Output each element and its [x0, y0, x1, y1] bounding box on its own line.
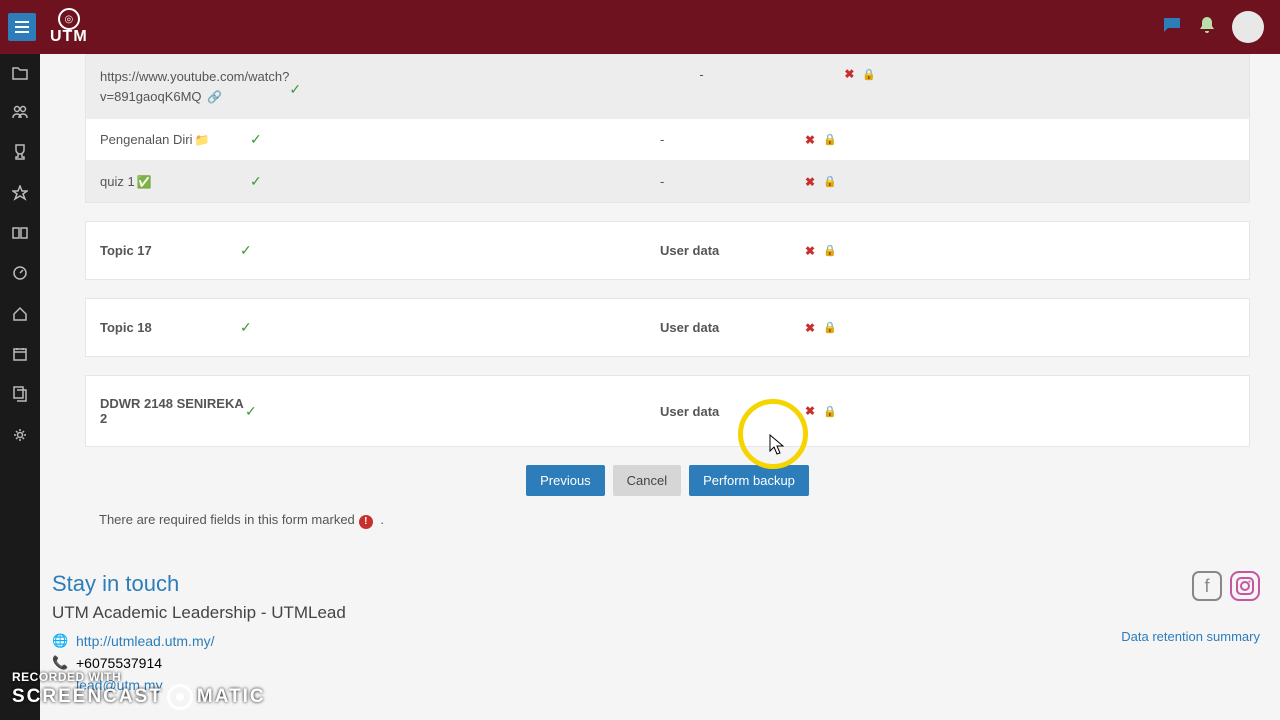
- messages-icon[interactable]: [1162, 16, 1182, 39]
- logo-text: UTM: [50, 28, 88, 46]
- lock-icon: 🔒: [823, 244, 837, 257]
- phone-text: +6075537914: [76, 655, 162, 671]
- footer-org: UTM Academic Leadership - UTMLead: [52, 603, 346, 623]
- x-icon: ✖: [805, 321, 815, 335]
- activities-group: https://www.youtube.com/watch?v=891gaoqK…: [85, 54, 1250, 203]
- gear-icon[interactable]: [12, 427, 28, 448]
- perform-backup-button[interactable]: Perform backup: [689, 465, 809, 496]
- topic-group: Topic 18 ✓ User data ✖ 🔒: [85, 298, 1250, 357]
- notifications-icon[interactable]: [1200, 17, 1214, 38]
- userdata-cell: User data: [660, 320, 805, 335]
- recording-watermark: RECORDED WITH SCREENCAST MATIC: [12, 670, 266, 710]
- cancel-button[interactable]: Cancel: [613, 465, 681, 496]
- hamburger-menu-button[interactable]: [8, 13, 36, 41]
- required-fields-note: There are required fields in this form m…: [85, 504, 1250, 547]
- link-icon: 🔗: [207, 90, 222, 104]
- globe-icon: 🌐: [52, 633, 68, 649]
- check-icon: ✓: [240, 242, 660, 259]
- calendar-icon[interactable]: [13, 347, 27, 366]
- instagram-icon[interactable]: [1230, 571, 1260, 601]
- social-links: f: [1121, 571, 1260, 601]
- users-icon[interactable]: [12, 105, 28, 124]
- table-row: quiz 1✅ ✓ - ✖ 🔒: [86, 161, 1249, 202]
- userdata-cell: -: [660, 132, 805, 147]
- phone-icon: 📞: [52, 655, 68, 671]
- table-row: Topic 17 ✓ User data ✖ 🔒: [86, 222, 1249, 279]
- check-icon: ✓: [240, 319, 660, 336]
- footer-website: 🌐 http://utmlead.utm.my/: [52, 633, 346, 649]
- table-row: https://www.youtube.com/watch?v=891gaoqK…: [86, 55, 1249, 119]
- userdata-cell: User data: [660, 243, 805, 258]
- lock-icon: 🔒: [823, 405, 837, 418]
- activity-title: quiz 1✅: [100, 174, 250, 189]
- x-icon: ✖: [844, 67, 854, 81]
- home-icon[interactable]: [12, 306, 28, 327]
- site-logo[interactable]: ◎ UTM: [50, 8, 88, 46]
- speedometer-icon[interactable]: [12, 265, 28, 286]
- topic-title: DDWR 2148 SENIREKA 2: [100, 396, 245, 426]
- previous-button[interactable]: Previous: [526, 465, 605, 496]
- check-icon: ✓: [289, 67, 699, 98]
- folder-icon[interactable]: [12, 66, 28, 85]
- footer-heading: Stay in touch: [52, 571, 346, 597]
- topic-title: Topic 18: [100, 320, 240, 335]
- check-icon: ✓: [250, 173, 660, 190]
- folder-emoji-icon: 📁: [195, 133, 210, 147]
- footer-phone: 📞 +6075537914: [52, 655, 346, 671]
- star-icon[interactable]: [12, 185, 28, 206]
- action-buttons: Previous Cancel Perform backup: [85, 465, 1250, 496]
- check-icon: ✓: [245, 403, 660, 420]
- activity-title: https://www.youtube.com/watch?v=891gaoqK…: [100, 67, 289, 106]
- quiz-emoji-icon: ✅: [137, 175, 152, 189]
- topic-group: DDWR 2148 SENIREKA 2 ✓ User data ✖ 🔒: [85, 375, 1250, 447]
- table-row: DDWR 2148 SENIREKA 2 ✓ User data ✖ 🔒: [86, 376, 1249, 446]
- main-content: https://www.youtube.com/watch?v=891gaoqK…: [40, 54, 1280, 720]
- trophy-icon[interactable]: [13, 144, 27, 165]
- lock-icon: 🔒: [823, 321, 837, 334]
- x-icon: ✖: [805, 244, 815, 258]
- userdata-cell: -: [660, 174, 805, 189]
- logo-icon: ◎: [58, 8, 80, 30]
- userdata-cell: -: [699, 67, 844, 82]
- topbar: ◎ UTM: [0, 0, 1280, 54]
- lock-icon: 🔒: [823, 175, 837, 188]
- table-row: Topic 18 ✓ User data ✖ 🔒: [86, 299, 1249, 356]
- x-icon: ✖: [805, 175, 815, 189]
- lock-icon: 🔒: [823, 133, 837, 146]
- website-link[interactable]: http://utmlead.utm.my/: [76, 633, 215, 649]
- record-icon: [167, 684, 193, 710]
- lock-icon: 🔒: [862, 68, 876, 81]
- userdata-cell: User data: [660, 404, 805, 419]
- book-icon[interactable]: [12, 226, 28, 245]
- topic-group: Topic 17 ✓ User data ✖ 🔒: [85, 221, 1250, 280]
- x-icon: ✖: [805, 133, 815, 147]
- data-retention-link[interactable]: Data retention summary: [1121, 629, 1260, 644]
- activity-title: Pengenalan Diri📁: [100, 132, 250, 147]
- sidebar-nav: [0, 54, 40, 720]
- required-icon: !: [359, 515, 373, 529]
- topic-title: Topic 17: [100, 243, 240, 258]
- user-avatar[interactable]: [1232, 11, 1264, 43]
- table-row: Pengenalan Diri📁 ✓ - ✖ 🔒: [86, 119, 1249, 161]
- x-icon: ✖: [805, 404, 815, 418]
- facebook-icon[interactable]: f: [1192, 571, 1222, 601]
- copy-icon[interactable]: [13, 386, 27, 407]
- check-icon: ✓: [250, 131, 660, 148]
